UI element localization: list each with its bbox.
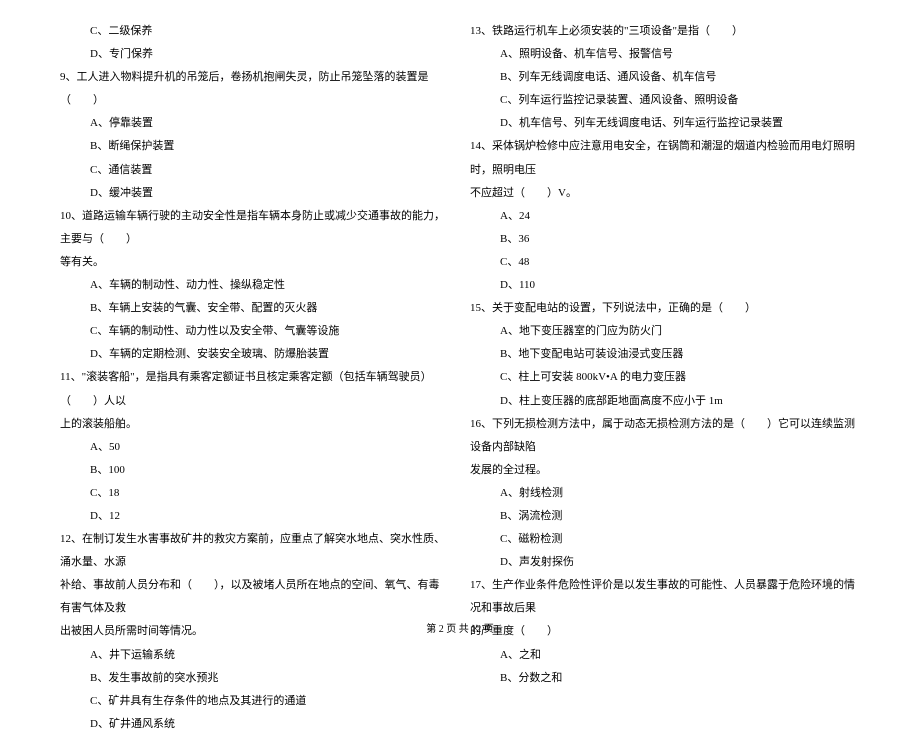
left-column: C、二级保养 D、专门保养 9、工人进入物料提升机的吊笼后，卷扬机抱闸失灵，防止… <box>50 20 460 620</box>
option-text: D、缓冲装置 <box>60 182 450 205</box>
question-text: 12、在制订发生水害事故矿井的救灾方案前，应重点了解突水地点、突水性质、涌水量、… <box>60 528 450 574</box>
option-text: B、36 <box>470 228 860 251</box>
option-text: C、48 <box>470 251 860 274</box>
option-text: B、发生事故前的突水预兆 <box>60 667 450 690</box>
option-text: A、地下变压器室的门应为防火门 <box>470 320 860 343</box>
option-text: D、柱上变压器的底部距地面高度不应小于 1m <box>470 390 860 413</box>
option-text: D、车辆的定期检测、安装安全玻璃、防爆胎装置 <box>60 343 450 366</box>
option-text: D、12 <box>60 505 450 528</box>
option-text: B、分数之和 <box>470 667 860 690</box>
question-text: 等有关。 <box>60 251 450 274</box>
option-text: C、二级保养 <box>60 20 450 43</box>
option-text: B、车辆上安装的气囊、安全带、配置的灭火器 <box>60 297 450 320</box>
question-text: 10、道路运输车辆行驶的主动安全性是指车辆本身防止或减少交通事故的能力，主要与（… <box>60 205 450 251</box>
question-text: 13、铁路运行机车上必须安装的"三项设备"是指（ ） <box>470 20 860 43</box>
option-text: C、通信装置 <box>60 159 450 182</box>
option-text: D、110 <box>470 274 860 297</box>
option-text: D、矿井通风系统 <box>60 713 450 736</box>
option-text: C、磁粉检测 <box>470 528 860 551</box>
option-text: A、停靠装置 <box>60 112 450 135</box>
question-text: 17、生产作业条件危险性评价是以发生事故的可能性、人员暴露于危险环境的情况和事故… <box>470 574 860 620</box>
option-text: B、断绳保护装置 <box>60 135 450 158</box>
question-text: 不应超过（ ）V。 <box>470 182 860 205</box>
question-text: 补给、事故前人员分布和（ ），以及被堵人员所在地点的空间、氧气、有毒有害气体及救 <box>60 574 450 620</box>
option-text: C、18 <box>60 482 450 505</box>
option-text: A、之和 <box>470 644 860 667</box>
question-text: 上的滚装船舶。 <box>60 413 450 436</box>
option-text: B、地下变配电站可装设油浸式变压器 <box>470 343 860 366</box>
option-text: C、列车运行监控记录装置、通风设备、照明设备 <box>470 89 860 112</box>
option-text: C、柱上可安装 800kV•A 的电力变压器 <box>470 366 860 389</box>
option-text: D、机车信号、列车无线调度电话、列车运行监控记录装置 <box>470 112 860 135</box>
question-text: 发展的全过程。 <box>470 459 860 482</box>
option-text: A、车辆的制动性、动力性、操纵稳定性 <box>60 274 450 297</box>
option-text: A、照明设备、机车信号、报警信号 <box>470 43 860 66</box>
option-text: C、矿井具有生存条件的地点及其进行的通道 <box>60 690 450 713</box>
question-text: 15、关于变配电站的设置，下列说法中，正确的是（ ） <box>470 297 860 320</box>
option-text: A、50 <box>60 436 450 459</box>
option-text: D、专门保养 <box>60 43 450 66</box>
page-footer: 第 2 页 共 12 页 <box>0 619 920 640</box>
option-text: B、列车无线调度电话、通风设备、机车信号 <box>470 66 860 89</box>
option-text: B、100 <box>60 459 450 482</box>
question-text: 16、下列无损检测方法中，属于动态无损检测方法的是（ ）它可以连续监测设备内部缺… <box>470 413 860 459</box>
right-column: 13、铁路运行机车上必须安装的"三项设备"是指（ ） A、照明设备、机车信号、报… <box>460 20 870 620</box>
option-text: B、涡流检测 <box>470 505 860 528</box>
option-text: A、24 <box>470 205 860 228</box>
question-text: 9、工人进入物料提升机的吊笼后，卷扬机抱闸失灵，防止吊笼坠落的装置是（ ） <box>60 66 450 112</box>
option-text: C、车辆的制动性、动力性以及安全带、气囊等设施 <box>60 320 450 343</box>
question-text: 14、采体锅炉检修中应注意用电安全，在锅筒和潮湿的烟道内检验而用电灯照明时，照明… <box>470 135 860 181</box>
question-text: 11、"滚装客船"，是指具有乘客定额证书且核定乘客定额（包括车辆驾驶员）（ ）人… <box>60 366 450 412</box>
option-text: D、声发射探伤 <box>470 551 860 574</box>
option-text: A、井下运输系统 <box>60 644 450 667</box>
option-text: A、射线检测 <box>470 482 860 505</box>
